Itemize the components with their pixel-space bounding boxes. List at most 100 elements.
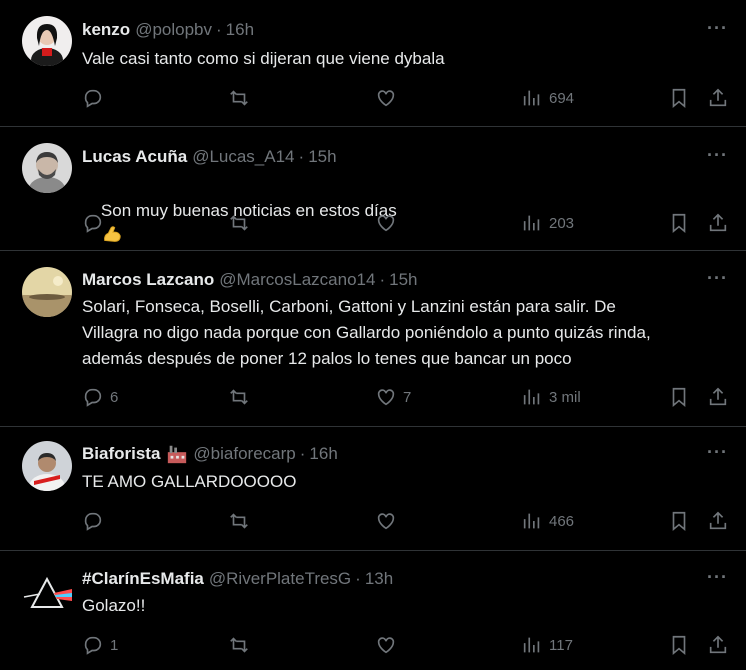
handle[interactable]: @polopbv [135, 20, 212, 40]
views-icon [523, 389, 540, 405]
heart-icon [377, 215, 395, 232]
bookmark-icon [672, 387, 686, 408]
retweet-icon [230, 389, 248, 405]
views-icon [523, 215, 540, 231]
share-icon [709, 213, 727, 232]
reply-button[interactable] [82, 212, 110, 234]
share-icon [709, 88, 727, 107]
bookmark-icon [672, 635, 686, 656]
share-icon [709, 387, 727, 406]
views-button[interactable]: 117 [521, 634, 573, 656]
handle[interactable]: @RiverPlateTresG [209, 569, 351, 589]
bookmark-icon [672, 88, 686, 109]
bookmark-button[interactable] [668, 634, 690, 656]
handle[interactable]: @MarcosLazcano14 [219, 270, 375, 290]
avatar[interactable] [22, 267, 72, 317]
reply-icon [84, 214, 102, 233]
display-name[interactable]: Marcos Lazcano [82, 270, 214, 290]
retweet-button[interactable] [228, 212, 256, 234]
heart-icon [377, 90, 395, 107]
view-count: 117 [549, 636, 573, 654]
views-button[interactable]: 3 mil [521, 386, 581, 408]
share-button[interactable] [707, 386, 729, 408]
tweet-text: TE AMO GALLARDOOOOO [82, 472, 297, 491]
views-icon [523, 513, 540, 529]
reply-button[interactable]: 6 [82, 386, 118, 408]
retweet-icon [230, 637, 248, 653]
action-bar: 466 [0, 510, 746, 534]
like-button[interactable] [375, 87, 403, 109]
like-button[interactable] [375, 212, 403, 234]
separator-dot: · [379, 270, 386, 289]
reply-icon [84, 388, 102, 407]
separator-dot: · [216, 20, 222, 39]
more-options-icon[interactable]: ··· [707, 145, 728, 166]
retweet-icon [230, 215, 248, 231]
views-button[interactable]: 203 [521, 212, 574, 234]
bookmark-icon [672, 213, 686, 234]
separator-dot: · [355, 569, 361, 588]
timestamp[interactable]: 16h [309, 444, 337, 464]
action-bar: 6 7 3 mil [0, 386, 746, 410]
timestamp[interactable]: 15h [308, 147, 336, 167]
tweet-2[interactable]: Lucas Acuña @Lucas_A14 · 15h ··· Son muy… [0, 127, 746, 251]
action-bar: 1 117 [0, 634, 746, 658]
views-icon [523, 90, 540, 106]
retweet-button[interactable] [228, 510, 256, 532]
timestamp[interactable]: 16h [226, 20, 254, 40]
retweet-icon [230, 513, 248, 529]
heart-icon [377, 389, 395, 406]
reply-icon [84, 89, 102, 108]
heart-icon [377, 513, 395, 530]
share-button[interactable] [707, 87, 729, 109]
share-icon [709, 511, 727, 530]
retweet-button[interactable] [228, 386, 256, 408]
tweet-1[interactable]: kenzo @polopbv · 16h ··· Vale casi tanto… [0, 0, 746, 127]
reply-count: 6 [110, 388, 119, 406]
avatar[interactable] [22, 143, 72, 193]
action-bar: 203 [0, 212, 746, 236]
tweet-5[interactable]: #ClarínEsMafia @RiverPlateTresG · 13h ··… [0, 551, 746, 670]
share-icon [709, 635, 727, 654]
separator-dot: · [298, 147, 305, 166]
share-button[interactable] [707, 212, 729, 234]
handle[interactable]: @biaforecarp [193, 444, 295, 464]
share-button[interactable] [707, 510, 729, 532]
views-button[interactable]: 466 [521, 510, 574, 532]
more-options-icon[interactable]: ··· [707, 268, 728, 289]
bookmark-button[interactable] [668, 510, 690, 532]
heart-icon [377, 637, 395, 654]
avatar[interactable] [22, 16, 72, 66]
reply-button[interactable]: 1 [82, 634, 118, 656]
handle[interactable]: @Lucas_A14 [192, 147, 294, 167]
retweet-button[interactable] [228, 634, 256, 656]
tweet-4[interactable]: Biaforista @biaforecarp · 16h ··· TE AMO… [0, 427, 746, 551]
display-name[interactable]: Lucas Acuña [82, 147, 187, 167]
factory-icon [168, 445, 187, 464]
reply-icon [84, 512, 102, 531]
avatar[interactable] [22, 567, 72, 617]
timestamp[interactable]: 13h [365, 569, 393, 589]
tweet-3[interactable]: Marcos Lazcano @MarcosLazcano14 · 15h ··… [0, 251, 746, 427]
display-name[interactable]: #ClarínEsMafia [82, 569, 204, 589]
reply-button[interactable] [82, 510, 110, 532]
avatar[interactable] [22, 441, 72, 491]
like-button[interactable]: 7 [375, 386, 411, 408]
like-button[interactable] [375, 634, 403, 656]
view-count: 3 mil [549, 388, 581, 406]
bookmark-icon [672, 511, 686, 532]
more-options-icon[interactable]: ··· [707, 18, 728, 39]
bookmark-button[interactable] [668, 386, 690, 408]
like-button[interactable] [375, 510, 403, 532]
display-name[interactable]: kenzo [82, 20, 130, 40]
share-button[interactable] [707, 634, 729, 656]
more-options-icon[interactable]: ··· [707, 567, 728, 588]
bookmark-button[interactable] [668, 212, 690, 234]
views-button[interactable]: 694 [521, 87, 574, 109]
timestamp[interactable]: 15h [389, 270, 417, 290]
reply-button[interactable] [82, 87, 110, 109]
more-options-icon[interactable]: ··· [707, 442, 728, 463]
display-name[interactable]: Biaforista [82, 444, 160, 464]
retweet-button[interactable] [228, 87, 256, 109]
bookmark-button[interactable] [668, 87, 690, 109]
